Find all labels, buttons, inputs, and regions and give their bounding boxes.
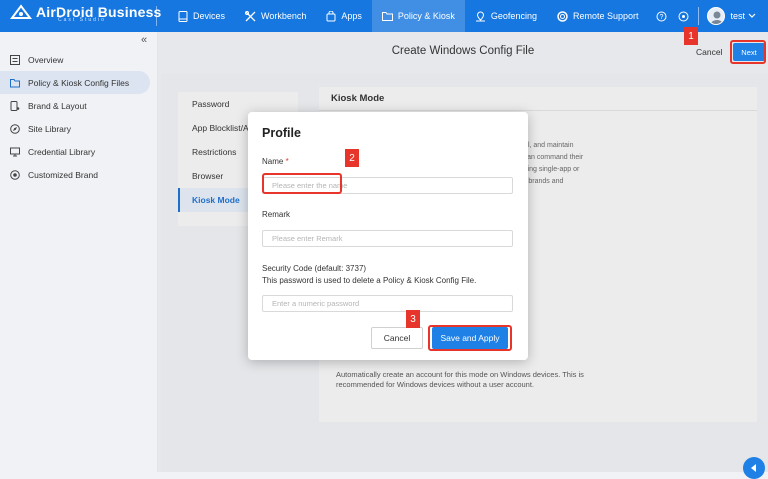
security-code-help: This password is used to delete a Policy… <box>262 276 477 285</box>
security-code-input[interactable]: Enter a numeric password <box>262 295 513 312</box>
security-placeholder: Enter a numeric password <box>272 299 360 308</box>
dialog-title: Profile <box>262 126 301 140</box>
name-label-text: Name <box>262 157 284 166</box>
required-marker: * <box>285 157 289 166</box>
dialog-cancel-button[interactable]: Cancel <box>371 327 423 349</box>
highlight-name-input <box>262 173 342 194</box>
security-code-label: Security Code (default: 3737) <box>262 264 367 273</box>
name-label: Name * <box>262 157 289 166</box>
remark-input[interactable]: Please enter Remark <box>262 230 513 247</box>
step-marker-2: 2 <box>345 149 359 167</box>
profile-dialog: Profile Name * Please enter the name Rem… <box>248 112 528 360</box>
step-marker-3: 3 <box>406 310 420 328</box>
remark-label: Remark <box>262 210 291 219</box>
highlight-save-button <box>428 325 512 351</box>
remark-placeholder: Please enter Remark <box>272 234 343 243</box>
